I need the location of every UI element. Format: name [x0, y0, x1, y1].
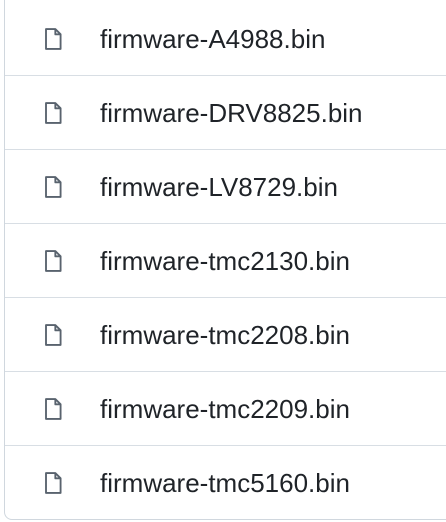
list-item[interactable]: firmware-tmc2209.bin [5, 371, 446, 445]
list-item[interactable]: firmware-tmc2208.bin [5, 297, 446, 371]
file-name-link[interactable]: firmware-LV8729.bin [100, 174, 338, 200]
file-icon [39, 395, 67, 423]
file-list: firmware-A4988.bin firmware-DRV8825.bin … [4, 0, 446, 520]
file-icon [39, 25, 67, 53]
list-item[interactable]: firmware-LV8729.bin [5, 149, 446, 223]
file-name-link[interactable]: firmware-tmc5160.bin [100, 470, 350, 496]
file-icon [39, 469, 67, 497]
file-icon [39, 99, 67, 127]
file-name-link[interactable]: firmware-tmc2130.bin [100, 248, 350, 274]
file-icon [39, 321, 67, 349]
file-icon [39, 173, 67, 201]
list-item[interactable]: firmware-DRV8825.bin [5, 75, 446, 149]
list-item[interactable]: firmware-tmc2130.bin [5, 223, 446, 297]
file-name-link[interactable]: firmware-tmc2209.bin [100, 396, 350, 422]
file-name-link[interactable]: firmware-tmc2208.bin [100, 322, 350, 348]
file-icon [39, 247, 67, 275]
list-item[interactable]: firmware-tmc5160.bin [5, 445, 446, 519]
list-item[interactable]: firmware-A4988.bin [5, 0, 446, 75]
file-name-link[interactable]: firmware-A4988.bin [100, 26, 325, 52]
file-name-link[interactable]: firmware-DRV8825.bin [100, 100, 363, 126]
